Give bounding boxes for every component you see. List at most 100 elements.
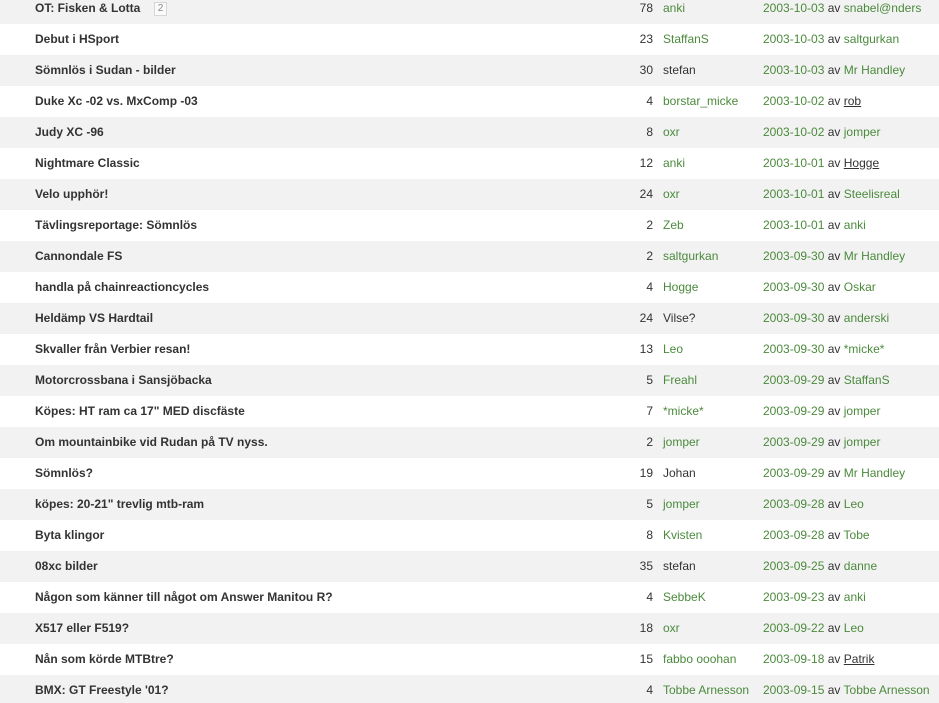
last-post-user-link[interactable]: Steelisreal bbox=[844, 187, 900, 201]
topic-link[interactable]: Heldämp VS Hardtail bbox=[35, 303, 153, 334]
topic-link[interactable]: Skvaller från Verbier resan! bbox=[35, 334, 190, 365]
table-row: Köpes: HT ram ca 17" MED discfäste 7 *mi… bbox=[0, 396, 939, 427]
author-link[interactable]: jomper bbox=[663, 489, 700, 520]
last-post-user-link[interactable]: Patrik bbox=[844, 652, 875, 666]
last-post-date-link[interactable]: 2003-09-29 bbox=[763, 466, 824, 480]
last-post-date-link[interactable]: 2003-09-23 bbox=[763, 590, 824, 604]
last-post-user-link[interactable]: anki bbox=[844, 218, 866, 232]
last-post-av-label: av bbox=[827, 249, 841, 263]
author-link[interactable]: saltgurkan bbox=[663, 241, 718, 272]
last-post-user-link[interactable]: Mr Handley bbox=[844, 249, 905, 263]
author-link[interactable]: Hogge bbox=[663, 272, 698, 303]
topic-link[interactable]: Tävlingsreportage: Sömnlös bbox=[35, 210, 197, 241]
topic-link[interactable]: OT: Fisken & Lotta 2 bbox=[35, 0, 168, 24]
author-link[interactable]: Zeb bbox=[663, 210, 684, 241]
last-post-date-link[interactable]: 2003-09-25 bbox=[763, 559, 824, 573]
last-post-user-link[interactable]: danne bbox=[844, 559, 877, 573]
topic-link[interactable]: 08xc bilder bbox=[35, 551, 98, 582]
author-link[interactable]: jomper bbox=[663, 427, 700, 458]
topic-link[interactable]: Duke Xc -02 vs. MxComp -03 bbox=[35, 86, 198, 117]
last-post-date-link[interactable]: 2003-10-02 bbox=[763, 94, 824, 108]
author-link[interactable]: anki bbox=[663, 148, 685, 179]
last-post-user-link[interactable]: StaffanS bbox=[844, 373, 890, 387]
last-post-date-link[interactable]: 2003-09-29 bbox=[763, 373, 824, 387]
last-post-date-link[interactable]: 2003-09-29 bbox=[763, 435, 824, 449]
last-post: 2003-09-28 av Leo bbox=[763, 489, 864, 520]
last-post-date-link[interactable]: 2003-10-03 bbox=[763, 1, 824, 15]
topic-link[interactable]: Velo upphör! bbox=[35, 179, 108, 210]
author-link[interactable]: oxr bbox=[663, 179, 680, 210]
topic-link[interactable]: handla på chainreactioncycles bbox=[35, 272, 209, 303]
topic-link[interactable]: Motorcrossbana i Sansjöbacka bbox=[35, 365, 212, 396]
last-post-date-link[interactable]: 2003-09-15 bbox=[763, 683, 824, 697]
last-post-date-link[interactable]: 2003-10-01 bbox=[763, 156, 824, 170]
author-link[interactable]: stefan bbox=[663, 55, 696, 86]
last-post-date-link[interactable]: 2003-09-29 bbox=[763, 404, 824, 418]
last-post-user-link[interactable]: anderski bbox=[844, 311, 889, 325]
topic-link[interactable]: Om mountainbike vid Rudan på TV nyss. bbox=[35, 427, 268, 458]
author-link[interactable]: oxr bbox=[663, 117, 680, 148]
topic-link[interactable]: köpes: 20-21" trevlig mtb-ram bbox=[35, 489, 204, 520]
last-post-date-link[interactable]: 2003-09-28 bbox=[763, 528, 824, 542]
last-post-date-link[interactable]: 2003-10-01 bbox=[763, 218, 824, 232]
last-post-user-link[interactable]: Mr Handley bbox=[844, 63, 905, 77]
last-post-user-link[interactable]: rob bbox=[844, 94, 861, 108]
author-link[interactable]: stefan bbox=[663, 551, 696, 582]
last-post-date-link[interactable]: 2003-09-22 bbox=[763, 621, 824, 635]
last-post-date-link[interactable]: 2003-09-30 bbox=[763, 280, 824, 294]
author-link[interactable]: fabbo ooohan bbox=[663, 644, 736, 675]
last-post-date-link[interactable]: 2003-10-02 bbox=[763, 125, 824, 139]
last-post-date-link[interactable]: 2003-09-30 bbox=[763, 311, 824, 325]
author-link[interactable]: Vilse? bbox=[663, 303, 695, 334]
last-post-user-link[interactable]: Leo bbox=[844, 621, 864, 635]
last-post-user-link[interactable]: saltgurkan bbox=[844, 32, 899, 46]
reply-count: 24 bbox=[639, 187, 653, 201]
last-post-date-link[interactable]: 2003-10-01 bbox=[763, 187, 824, 201]
last-post-user-link[interactable]: jomper bbox=[844, 404, 881, 418]
last-post-user-link[interactable]: Mr Handley bbox=[844, 466, 905, 480]
last-post: 2003-10-03 av Mr Handley bbox=[763, 55, 905, 86]
author-link[interactable]: Johan bbox=[663, 458, 696, 489]
topic-link[interactable]: Debut i HSport bbox=[35, 24, 119, 55]
last-post-user-link[interactable]: Leo bbox=[844, 497, 864, 511]
last-post-user-link[interactable]: anki bbox=[844, 590, 866, 604]
last-post-date-link[interactable]: 2003-09-28 bbox=[763, 497, 824, 511]
last-post: 2003-09-30 av anderski bbox=[763, 303, 889, 334]
topic-link[interactable]: BMX: GT Freestyle '01? bbox=[35, 675, 169, 703]
topic-link[interactable]: Judy XC -96 bbox=[35, 117, 104, 148]
author-link[interactable]: oxr bbox=[663, 613, 680, 644]
topic-link[interactable]: Sömnlös i Sudan - bilder bbox=[35, 55, 176, 86]
last-post-date-link[interactable]: 2003-09-30 bbox=[763, 249, 824, 263]
author-link[interactable]: Leo bbox=[663, 334, 683, 365]
last-post-user-link[interactable]: Tobbe Arnesson bbox=[844, 683, 930, 697]
last-post-user-link[interactable]: snabel@nders bbox=[844, 1, 922, 15]
author-link[interactable]: Freahl bbox=[663, 365, 697, 396]
author-link[interactable]: *micke* bbox=[663, 396, 704, 427]
author-link[interactable]: Kvisten bbox=[663, 520, 702, 551]
page-count-badge[interactable]: 2 bbox=[153, 2, 168, 16]
author-link[interactable]: SebbeK bbox=[663, 582, 706, 613]
topic-link[interactable]: Byta klingor bbox=[35, 520, 104, 551]
last-post-date-link[interactable]: 2003-09-18 bbox=[763, 652, 824, 666]
topic-link[interactable]: Sömnlös? bbox=[35, 458, 93, 489]
topic-link[interactable]: Nån som körde MTBtre? bbox=[35, 644, 174, 675]
last-post-user-link[interactable]: *micke* bbox=[844, 342, 885, 356]
topic-link[interactable]: Köpes: HT ram ca 17" MED discfäste bbox=[35, 396, 245, 427]
last-post-user-link[interactable]: Oskar bbox=[844, 280, 876, 294]
author-link[interactable]: anki bbox=[663, 0, 685, 24]
table-row: Cannondale FS 2 saltgurkan 2003-09-30 av… bbox=[0, 241, 939, 272]
author-link[interactable]: StaffanS bbox=[663, 24, 709, 55]
last-post-user-link[interactable]: Hogge bbox=[844, 156, 879, 170]
last-post-date-link[interactable]: 2003-10-03 bbox=[763, 63, 824, 77]
last-post-date-link[interactable]: 2003-09-30 bbox=[763, 342, 824, 356]
topic-link[interactable]: Nightmare Classic bbox=[35, 148, 140, 179]
author-link[interactable]: Tobbe Arnesson bbox=[663, 675, 749, 703]
last-post-user-link[interactable]: jomper bbox=[844, 435, 881, 449]
last-post-user-link[interactable]: Tobe bbox=[844, 528, 870, 542]
topic-link[interactable]: X517 eller F519? bbox=[35, 613, 129, 644]
topic-link[interactable]: Cannondale FS bbox=[35, 241, 122, 272]
author-link[interactable]: borstar_micke bbox=[663, 86, 738, 117]
last-post-user-link[interactable]: jomper bbox=[844, 125, 881, 139]
topic-link[interactable]: Någon som känner till något om Answer Ma… bbox=[35, 582, 333, 613]
last-post-date-link[interactable]: 2003-10-03 bbox=[763, 32, 824, 46]
